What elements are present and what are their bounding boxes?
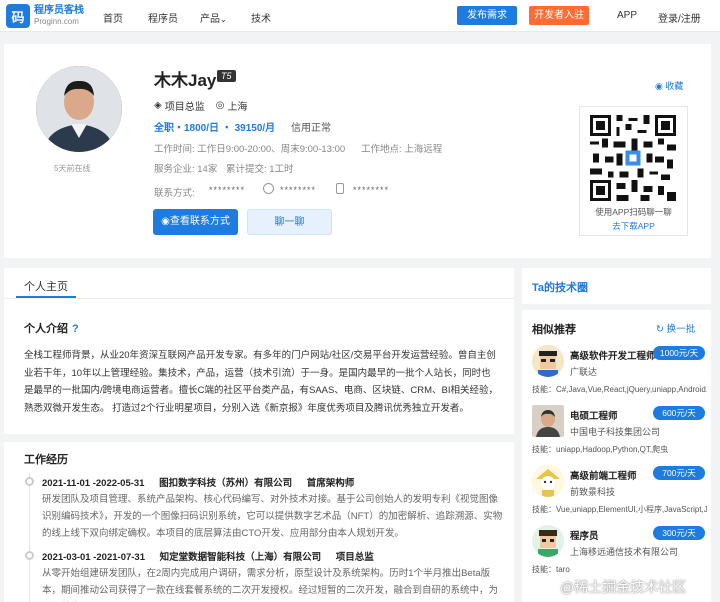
logo-cn: 程序员客栈	[34, 5, 84, 16]
level-badge: T5	[217, 70, 236, 82]
timeline-dot	[25, 551, 34, 560]
contact-label: 联系方式:	[154, 188, 195, 199]
main-content: 个人主页 个人介绍? 全栈工程师背景，从业20年资深互联网产品开发专家。有多年的…	[4, 268, 514, 602]
eye-icon: ◉	[655, 81, 666, 91]
job-role: 项目总监	[335, 552, 374, 563]
work-time: 工作时间: 工作日9:00-20:00、周末9:00-13:00	[154, 144, 346, 155]
mobile-icon	[336, 183, 344, 194]
timeline-dot	[25, 477, 34, 486]
service-count: 服务企业: 14家	[154, 164, 218, 175]
view-icon: ◉	[161, 216, 170, 227]
timeline-line	[29, 473, 30, 602]
nav-tech[interactable]: 技术	[251, 10, 271, 25]
masked-wechat: ********	[280, 185, 317, 195]
profile-name: 木木Jay	[154, 71, 217, 90]
developer-join-button[interactable]: 开发者入驻	[529, 6, 589, 25]
refresh-button[interactable]: ↻ 换一批	[656, 321, 695, 335]
list-item[interactable]: 高级前端工程师 700元/天 前致景科技 技能：Vue,uniapp,Eleme…	[522, 465, 711, 525]
recommendations-title: 相似推荐	[532, 324, 576, 336]
avatar	[36, 66, 122, 152]
job-company: 图扣数字科技（苏州）有限公司	[159, 478, 293, 489]
job-header: 2021-11-01 -2022-05-31 图扣数字科技（苏州）有限公司 首席…	[42, 475, 354, 489]
job-period: 2021-11-01 -2022-05-31	[42, 478, 145, 489]
experience-title: 工作经历	[24, 454, 68, 466]
rec-skills: 技能：Vue,uniapp,ElementUI,小程序,JavaScript,J…	[532, 505, 707, 514]
rec-name: 程序员	[570, 531, 599, 542]
online-status: 5天前在线	[54, 164, 91, 173]
avatar	[532, 525, 564, 557]
rec-skills: 技能：uniapp,Hadoop,Python,QT,爬虫	[532, 445, 669, 454]
rec-skills: 技能：C#,Java,Vue,React,jQuery,uniapp,Andro…	[532, 385, 707, 394]
rec-price: 1000元/天	[653, 346, 705, 360]
job-header: 2021-03-01 -2021-07-31 知定堂数据智能科技（上海）有限公司…	[42, 549, 374, 563]
login-register-link[interactable]: 登录/注册	[658, 10, 701, 25]
site-logo[interactable]: 码 程序员客栈 Proginn.com	[6, 4, 84, 28]
recommendations-panel: 相似推荐 ↻ 换一批 高级软件开发工程师 1000元/天 广联达 技能：C#,J…	[522, 310, 711, 602]
top-navigation: 码 程序员客栈 Proginn.com 首页 程序员 产品⌄ 技术 发布需求 开…	[0, 0, 720, 32]
tech-circle-title[interactable]: Ta的技术圈	[532, 279, 588, 295]
download-app-link[interactable]: 去下载APP	[580, 220, 687, 232]
rate: 全职・1800/日 ・ 39150/月	[154, 123, 276, 134]
tech-circle-panel: Ta的技术圈	[522, 268, 711, 304]
logo-mark: 码	[6, 4, 30, 28]
list-item[interactable]: 高级软件开发工程师 1000元/天 广联达 技能：C#,Java,Vue,Rea…	[522, 345, 711, 405]
rec-skills: 技能：taro	[532, 565, 570, 574]
logo-en: Proginn.com	[34, 17, 79, 26]
job-role: 首席架构师	[306, 478, 355, 489]
masked-phone: ********	[209, 185, 246, 195]
rec-company: 上海移远通信技术有限公司	[570, 547, 679, 557]
profile-card: 5天前在线 木木Jay T5 ◈ 项目总监 ◎ 上海 全职・1800/日 ・ 3…	[4, 44, 711, 258]
work-place: 工作地点: 上海远程	[361, 144, 443, 155]
rec-company: 广联达	[570, 367, 598, 377]
intro-text: 全栈工程师背景，从业20年资深互联网产品开发专家。有多年的门户网站/社区/交易平…	[24, 350, 498, 414]
rec-name: 高级软件开发工程师	[570, 351, 656, 362]
post-request-button[interactable]: 发布需求	[457, 6, 517, 25]
favorite-link[interactable]: ◉ 收藏	[655, 79, 683, 92]
job-description: 研发团队及项目管理、系统产品架构、核心代码编写、对外技术对接。基于公司创始人的发…	[42, 494, 503, 539]
qr-code	[590, 115, 676, 201]
qr-caption: 使用APP扫码聊一聊	[595, 207, 672, 217]
rec-name: 高级前端工程师	[570, 471, 637, 482]
job-period: 2021-03-01 -2021-07-31	[42, 552, 145, 563]
rec-company: 中国电子科技集团公司	[570, 427, 661, 437]
job-company: 知定堂数据智能科技（上海）有限公司	[159, 552, 322, 563]
title-location: ◈ 项目总监 ◎ 上海	[154, 98, 247, 113]
nav-app[interactable]: APP	[617, 10, 637, 21]
nav-products[interactable]: 产品⌄	[200, 10, 227, 25]
refresh-icon: ↻	[656, 324, 667, 335]
help-icon[interactable]: ?	[72, 323, 79, 335]
layers-icon: ◈	[154, 100, 162, 111]
job-title: 项目总监	[164, 102, 205, 113]
list-item[interactable]: 电硕工程师 600元/天 中国电子科技集团公司 技能：uniapp,Hadoop…	[522, 405, 711, 465]
qr-panel: 使用APP扫码聊一聊 去下载APP	[579, 106, 688, 236]
submit-count: 累计提交: 1工时	[226, 164, 294, 175]
job-description: 从零开始组建研发团队，在2周内完成用户调研，需求分析，原型设计及系统架构。历时1…	[42, 568, 499, 596]
location-icon: ◎	[215, 100, 225, 111]
avatar	[532, 345, 564, 377]
masked-mobile: ********	[353, 185, 390, 195]
rec-company: 前致景科技	[570, 487, 616, 497]
chevron-down-icon: ⌄	[220, 15, 227, 24]
chat-button[interactable]: 聊一聊	[247, 209, 332, 235]
avatar	[532, 405, 564, 437]
list-item[interactable]: 程序员 300元/天 上海移远通信技术有限公司 技能：taro	[522, 525, 711, 585]
tab-personal-home[interactable]: 个人主页	[24, 278, 68, 294]
rec-price: 600元/天	[653, 406, 705, 420]
nav-home[interactable]: 首页	[103, 10, 123, 25]
city: 上海	[227, 102, 248, 113]
intro-title: 个人介绍?	[24, 323, 79, 335]
watermark: @稀土掘金技术社区	[560, 579, 687, 595]
nav-programmers[interactable]: 程序员	[148, 10, 178, 25]
credit-status: 信用正常	[291, 123, 331, 134]
rec-price: 300元/天	[653, 526, 705, 540]
avatar	[532, 465, 564, 497]
rec-name: 电硕工程师	[570, 411, 618, 422]
wechat-icon	[263, 183, 274, 194]
view-contact-button[interactable]: ◉查看联系方式	[153, 209, 238, 235]
rec-price: 700元/天	[653, 466, 705, 480]
